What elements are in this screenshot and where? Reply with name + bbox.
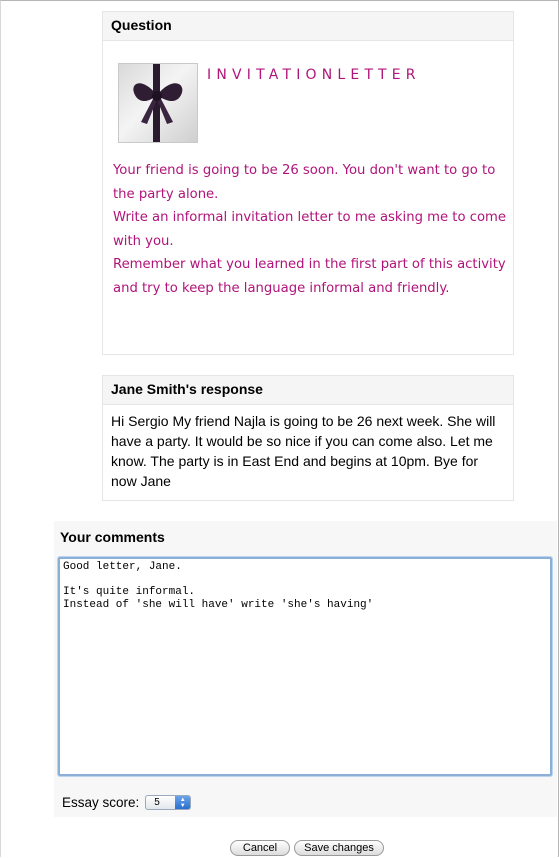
score-row: Essay score: 5 ▲ ▼ — [62, 795, 192, 810]
question-line: Write an informal invitation letter to m… — [113, 210, 507, 249]
ribbon-bow-icon — [133, 64, 183, 142]
question-header: Question — [103, 12, 513, 41]
gift-image — [118, 63, 198, 143]
question-line: Remember what you learned in the first p… — [113, 257, 506, 296]
question-box: Question INVITATIONLETTER Your friend is… — [102, 11, 514, 355]
question-title: INVITATIONLETTER — [207, 67, 421, 83]
save-changes-button[interactable]: Save changes — [294, 840, 384, 856]
response-text: Hi Sergio My friend Najla is going to be… — [111, 413, 496, 489]
question-line: Your friend is going to be 26 soon. You … — [113, 163, 496, 202]
response-box: Jane Smith's response Hi Sergio My frien… — [102, 375, 514, 501]
select-arrows-icon: ▲ ▼ — [175, 796, 191, 809]
comments-label: Your comments — [60, 529, 165, 545]
score-value: 5 — [154, 797, 160, 808]
comments-section: Your comments Good letter, Jane. It's qu… — [54, 521, 557, 817]
comments-textarea[interactable]: Good letter, Jane. It's quite informal. … — [58, 557, 552, 776]
response-header: Jane Smith's response — [103, 376, 513, 405]
score-label: Essay score: — [62, 795, 140, 810]
essay-score-select[interactable]: 5 ▲ ▼ — [145, 795, 192, 810]
question-body: INVITATIONLETTER Your friend is going to… — [103, 41, 513, 354]
cancel-button[interactable]: Cancel — [230, 840, 290, 856]
question-text: Your friend is going to be 26 soon. You … — [113, 159, 509, 300]
